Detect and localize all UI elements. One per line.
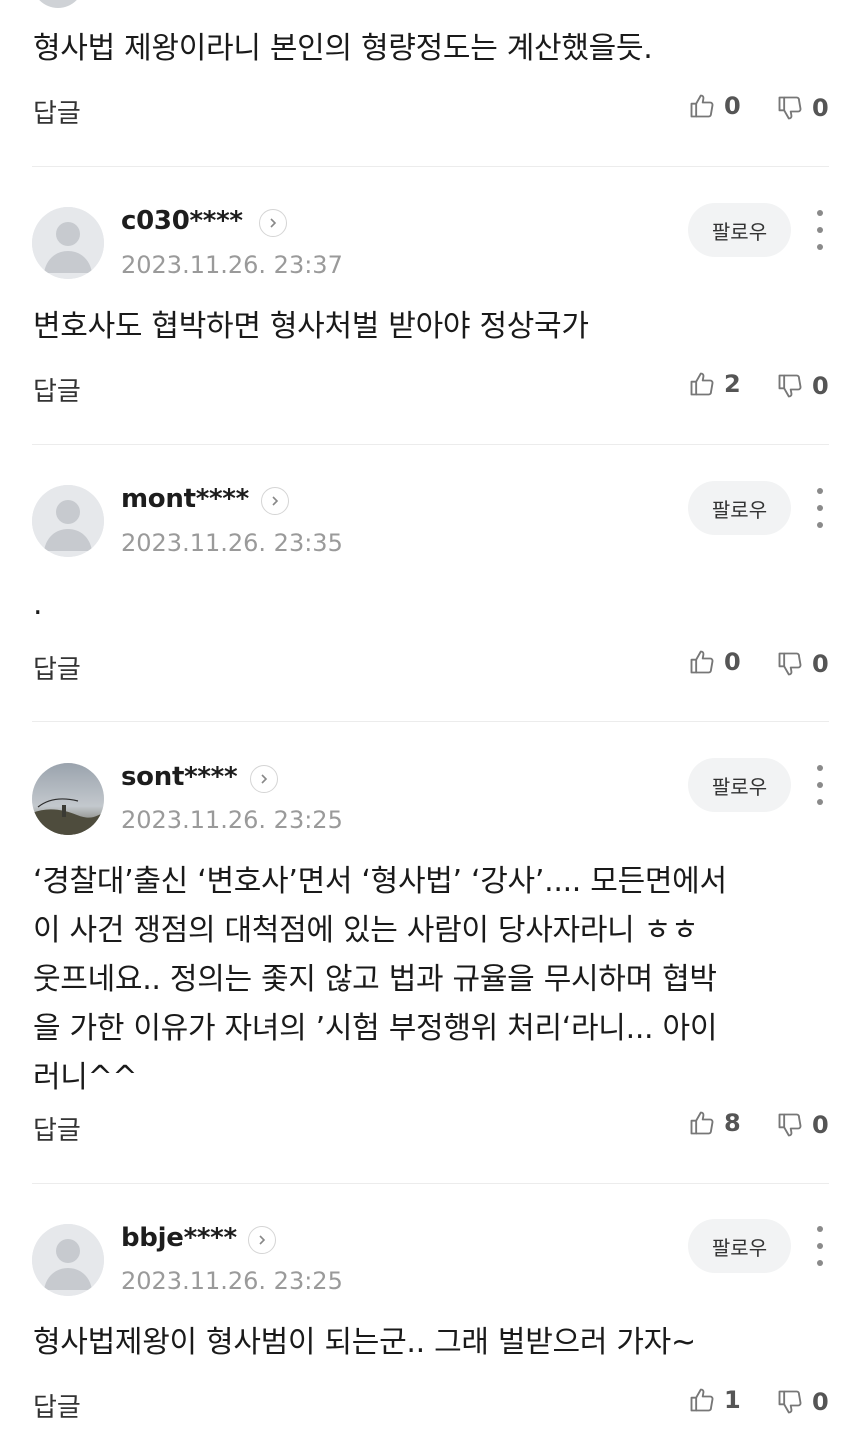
like-button[interactable]: 0 xyxy=(688,92,741,120)
username[interactable]: mont**** xyxy=(121,484,249,514)
follow-button[interactable]: 팔로우 xyxy=(688,1219,791,1273)
dislike-button[interactable]: 0 xyxy=(776,94,829,122)
dislike-count: 0 xyxy=(812,94,829,122)
avatar[interactable] xyxy=(32,0,84,8)
more-options-button[interactable] xyxy=(810,210,830,250)
username[interactable]: c030**** xyxy=(121,206,243,236)
like-button[interactable]: 1 xyxy=(688,1386,741,1414)
reply-button[interactable]: 답글 xyxy=(33,1110,81,1147)
like-count: 0 xyxy=(724,92,741,120)
comment-datetime: 2023.11.26. 23:25 xyxy=(121,806,343,834)
thumbs-up-icon xyxy=(690,1388,714,1412)
comment-body: . xyxy=(33,587,43,622)
like-button[interactable]: 0 xyxy=(688,648,741,676)
like-count: 8 xyxy=(724,1109,741,1137)
avatar[interactable] xyxy=(32,485,104,557)
reply-button[interactable]: 답글 xyxy=(33,371,81,408)
follow-button[interactable]: 팔로우 xyxy=(688,203,791,257)
thumbs-up-icon xyxy=(690,1111,714,1135)
thumbs-down-icon xyxy=(778,1390,802,1414)
like-count: 2 xyxy=(724,370,741,398)
username[interactable]: sont**** xyxy=(121,762,238,792)
default-avatar-icon xyxy=(32,207,104,279)
like-count: 1 xyxy=(724,1386,741,1414)
thumbs-down-icon xyxy=(778,652,802,676)
dislike-button[interactable]: 0 xyxy=(776,1111,829,1139)
dislike-button[interactable]: 0 xyxy=(776,372,829,400)
reply-button[interactable]: 답글 xyxy=(33,93,81,130)
dislike-count: 0 xyxy=(812,1388,829,1416)
more-options-button[interactable] xyxy=(810,1226,830,1266)
thumbs-up-icon xyxy=(690,650,714,674)
comment-body: 형사법제왕이 형사범이 되는군.. 그래 벌받으러 가자~ xyxy=(33,1325,696,1360)
profile-photo-icon xyxy=(32,763,104,835)
chevron-right-icon xyxy=(261,774,268,784)
comment-list: 형사법 제왕이라니 본인의 형량정도는 계산했을듯. 답글 0 0 c030**… xyxy=(0,0,859,1440)
chevron-right-icon xyxy=(270,218,277,228)
avatar[interactable] xyxy=(32,1224,104,1296)
chevron-right-icon xyxy=(272,496,279,506)
avatar[interactable] xyxy=(32,207,104,279)
reply-button[interactable]: 답글 xyxy=(33,649,81,686)
comment-body: 형사법 제왕이라니 본인의 형량정도는 계산했을듯. xyxy=(33,31,653,66)
thumbs-up-icon xyxy=(690,372,714,396)
username[interactable]: bbje**** xyxy=(121,1223,237,1253)
dislike-count: 0 xyxy=(812,372,829,400)
follow-button[interactable]: 팔로우 xyxy=(688,481,791,535)
like-button[interactable]: 8 xyxy=(688,1109,741,1137)
default-avatar-icon xyxy=(32,1224,104,1296)
dislike-count: 0 xyxy=(812,650,829,678)
comment-datetime: 2023.11.26. 23:25 xyxy=(121,1267,343,1295)
reply-button[interactable]: 답글 xyxy=(33,1387,81,1424)
like-button[interactable]: 2 xyxy=(688,370,741,398)
more-options-button[interactable] xyxy=(810,488,830,528)
divider xyxy=(32,1183,829,1184)
more-options-button[interactable] xyxy=(810,765,830,805)
thumbs-down-icon xyxy=(778,96,802,120)
like-count: 0 xyxy=(724,648,741,676)
thumbs-up-icon xyxy=(690,94,714,118)
dislike-button[interactable]: 0 xyxy=(776,650,829,678)
divider xyxy=(32,444,829,445)
divider xyxy=(32,166,829,167)
thumbs-down-icon xyxy=(778,1113,802,1137)
profile-chevron-button[interactable] xyxy=(261,487,289,515)
profile-chevron-button[interactable] xyxy=(248,1226,276,1254)
follow-button[interactable]: 팔로우 xyxy=(688,758,791,812)
comment-datetime: 2023.11.26. 23:35 xyxy=(121,529,343,557)
divider xyxy=(32,721,829,722)
thumbs-down-icon xyxy=(778,374,802,398)
dislike-button[interactable]: 0 xyxy=(776,1388,829,1416)
dislike-count: 0 xyxy=(812,1111,829,1139)
chevron-right-icon xyxy=(259,1235,266,1245)
comment-datetime: 2023.11.26. 23:37 xyxy=(121,251,343,279)
profile-chevron-button[interactable] xyxy=(259,209,287,237)
avatar[interactable] xyxy=(32,763,104,835)
comment-body: ‘경찰대’출신 ‘변호사’면서 ‘형사법’ ‘강사’.... 모든면에서 이 사… xyxy=(33,864,727,1095)
comment-body: 변호사도 협박하면 형사처벌 받아야 정상국가 xyxy=(33,309,589,344)
profile-chevron-button[interactable] xyxy=(250,765,278,793)
default-avatar-icon xyxy=(32,485,104,557)
